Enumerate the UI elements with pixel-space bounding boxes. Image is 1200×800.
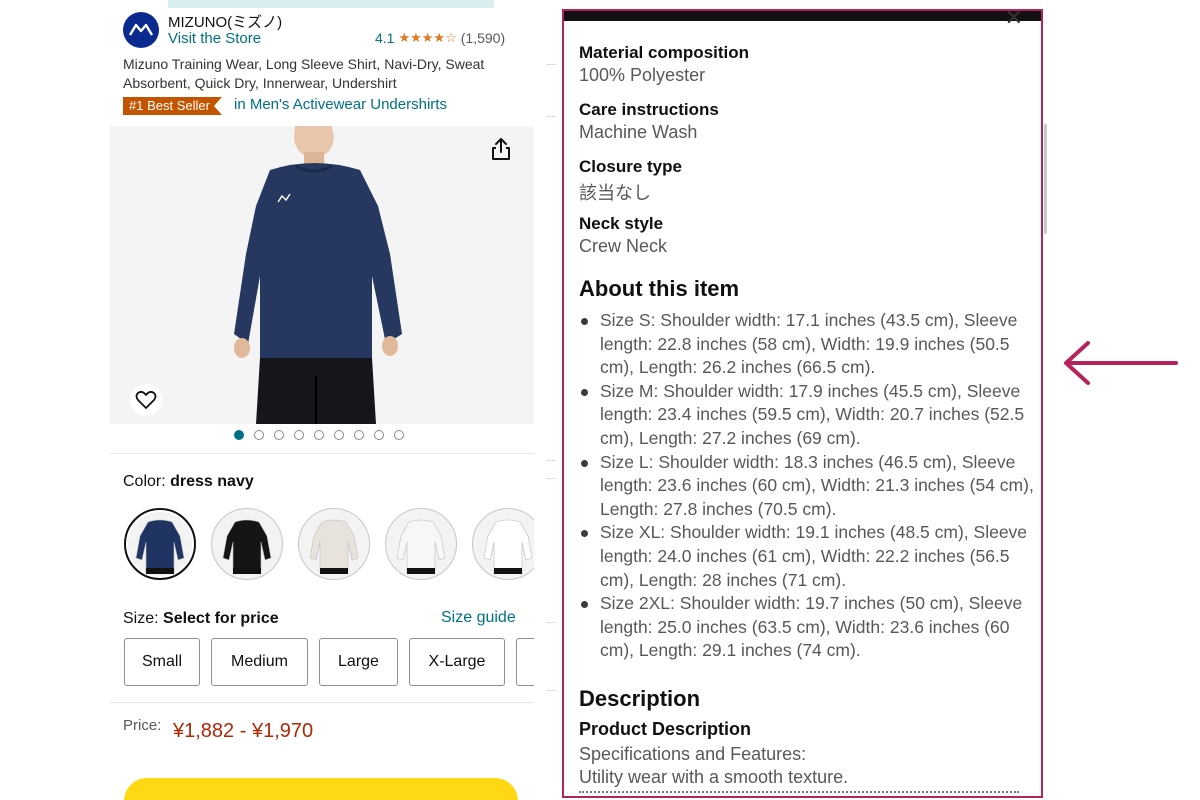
shirt-thumbnail xyxy=(483,519,533,574)
add-to-cart-button[interactable]: Add to Cart xyxy=(124,778,518,800)
spec-neck: Neck style Crew Neck xyxy=(579,214,667,257)
separator-tick xyxy=(546,460,556,461)
spec-value: Crew Neck xyxy=(579,236,668,256)
size-options: Small Medium Large X-Large xyxy=(124,638,534,686)
best-seller-badge: #1 Best Seller xyxy=(123,97,222,115)
carousel-dot[interactable] xyxy=(354,430,364,440)
spec-material: Material composition 100% Polyester xyxy=(579,43,749,86)
divider xyxy=(110,702,534,703)
scrollbar[interactable] xyxy=(1044,124,1047,234)
separator-tick xyxy=(546,64,556,65)
list-item: Size XL: Shoulder width: 19.1 inches (48… xyxy=(579,521,1039,592)
product-image-gallery[interactable] xyxy=(110,126,534,424)
separator-tick xyxy=(546,622,556,623)
size-button-large[interactable]: Large xyxy=(319,638,398,686)
color-swatch[interactable] xyxy=(472,508,534,580)
brand-logo-icon[interactable] xyxy=(123,12,159,48)
color-label: Color: dress navy xyxy=(123,473,254,491)
color-swatch[interactable] xyxy=(211,508,283,580)
spec-key: Care instructions xyxy=(579,100,719,119)
panel-top-bar xyxy=(564,11,1041,21)
heart-icon[interactable] xyxy=(130,384,162,416)
list-item: Size 2XL: Shoulder width: 19.7 inches (5… xyxy=(579,592,1039,663)
carousel-dot[interactable] xyxy=(394,430,404,440)
spec-value: Machine Wash xyxy=(579,122,698,142)
product-description-heading: Product Description xyxy=(579,719,752,739)
size-label: Size: Select for price xyxy=(123,610,279,628)
shirt-thumbnail xyxy=(135,519,185,574)
size-button-medium[interactable]: Medium xyxy=(211,638,308,686)
description-heading: Description xyxy=(579,686,701,711)
description-line: Specifications and Features: xyxy=(579,744,807,764)
image-carousel-dots[interactable] xyxy=(234,430,404,440)
color-swatch[interactable] xyxy=(298,508,370,580)
spec-closure: Closure type 該当なし xyxy=(579,157,682,205)
about-item-list: Size S: Shoulder width: 17.1 inches (43.… xyxy=(579,309,1039,663)
spec-care: Care instructions Machine Wash xyxy=(579,100,719,143)
size-label-prefix: Size: xyxy=(123,610,164,627)
product-page: MIZUNO(ミズノ) Visit the Store 4.1 ★★★★☆ (1… xyxy=(110,0,534,800)
separator-tick xyxy=(546,690,556,691)
arrow-left-icon xyxy=(1064,341,1178,385)
carousel-dot[interactable] xyxy=(234,430,244,440)
size-button-more[interactable] xyxy=(516,638,534,686)
size-button-x-large[interactable]: X-Large xyxy=(409,638,505,686)
carousel-dot[interactable] xyxy=(334,430,344,440)
color-value: dress navy xyxy=(170,473,254,490)
product-title: Mizuno Training Wear, Long Sleeve Shirt,… xyxy=(123,56,485,91)
close-icon[interactable]: ✕ xyxy=(1005,11,1023,31)
product-image xyxy=(234,126,402,424)
star-rating-icon: ★★★★☆ xyxy=(398,30,457,45)
share-icon[interactable] xyxy=(488,136,514,162)
shirt-thumbnail xyxy=(309,519,359,574)
truncated-text xyxy=(579,791,1019,795)
visit-store-link[interactable]: Visit the Store xyxy=(168,30,261,47)
best-seller-category-link[interactable]: in Men's Activewear Undershirts xyxy=(234,96,447,113)
separator-tick xyxy=(546,478,556,479)
spec-value: 該当なし xyxy=(579,183,651,203)
product-details-panel: Product details ✕ Material composition 1… xyxy=(562,9,1043,798)
color-swatch[interactable] xyxy=(124,508,196,580)
color-swatch[interactable] xyxy=(385,508,457,580)
carousel-dot[interactable] xyxy=(254,430,264,440)
rating-summary[interactable]: 4.1 ★★★★☆ (1,590) xyxy=(375,30,505,46)
about-item-heading: About this item xyxy=(579,276,740,301)
spec-key: Closure type xyxy=(579,157,682,176)
price-label: Price: xyxy=(123,717,162,734)
size-value: Select for price xyxy=(163,610,279,627)
carousel-dot[interactable] xyxy=(274,430,284,440)
carousel-dot[interactable] xyxy=(294,430,304,440)
description-line: Utility wear with a smooth texture. xyxy=(579,767,849,787)
shirt-thumbnail xyxy=(396,519,446,574)
carousel-dot[interactable] xyxy=(374,430,384,440)
spec-key: Neck style xyxy=(579,214,664,233)
spec-value: 100% Polyester xyxy=(579,65,706,85)
size-button-small[interactable]: Small xyxy=(124,638,200,686)
top-tab-strip xyxy=(168,0,494,8)
spec-key: Material composition xyxy=(579,43,750,62)
list-item: Size L: Shoulder width: 18.3 inches (46.… xyxy=(579,451,1039,522)
price-range: ¥1,882 - ¥1,970 xyxy=(173,720,314,742)
separator-tick xyxy=(546,116,556,117)
carousel-dot[interactable] xyxy=(314,430,324,440)
brand-name: MIZUNO(ミズノ) xyxy=(168,14,283,31)
divider xyxy=(110,453,534,454)
size-guide-link[interactable]: Size guide xyxy=(441,609,516,627)
list-item: Size M: Shoulder width: 17.9 inches (45.… xyxy=(579,380,1039,451)
color-swatches xyxy=(124,508,534,580)
rating-count: (1,590) xyxy=(460,30,506,46)
shirt-thumbnail xyxy=(222,519,272,574)
list-item: Size S: Shoulder width: 17.1 inches (43.… xyxy=(579,309,1039,380)
color-label-prefix: Color: xyxy=(123,473,171,490)
rating-value: 4.1 xyxy=(375,30,395,46)
